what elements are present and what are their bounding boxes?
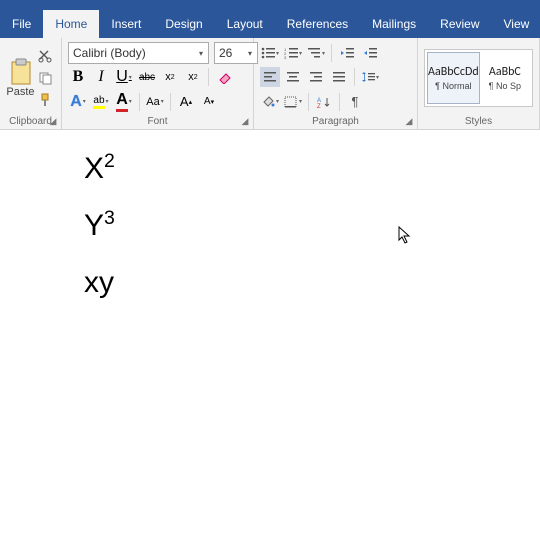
font-color-icon: A	[116, 91, 128, 112]
copy-button[interactable]	[35, 68, 55, 88]
bullets-icon	[261, 47, 275, 59]
sort-button[interactable]: AZ	[314, 92, 334, 112]
clipboard-icon	[8, 58, 34, 86]
ribbon: Paste Clipboard ◢ Calibri (Body) ▾ 26 ▾	[0, 38, 540, 130]
italic-button[interactable]: I	[91, 67, 111, 87]
group-label-font: Font	[68, 114, 247, 129]
tab-review[interactable]: Review	[428, 10, 491, 38]
tab-insert[interactable]: Insert	[99, 10, 153, 38]
group-label-styles: Styles	[424, 114, 533, 129]
text-effects-icon: A	[70, 93, 82, 111]
document-body[interactable]: X2 Y3 xy	[84, 140, 115, 311]
multilevel-list-button[interactable]: ▾	[306, 43, 326, 63]
font-name-value: Calibri (Body)	[69, 46, 194, 60]
font-launcher[interactable]: ◢	[239, 115, 251, 127]
align-right-button[interactable]	[306, 67, 326, 87]
tab-mailings[interactable]: Mailings	[360, 10, 428, 38]
align-center-icon	[286, 71, 300, 83]
subscript-button[interactable]: x2	[160, 67, 180, 87]
cut-button[interactable]	[35, 46, 55, 66]
brush-icon	[38, 93, 52, 107]
tab-design[interactable]: Design	[153, 10, 214, 38]
grow-font-button[interactable]: A▴	[176, 92, 196, 112]
ribbon-tabs: File Home Insert Design Layout Reference…	[0, 10, 540, 38]
paint-bucket-icon	[261, 96, 275, 108]
shading-button[interactable]: ▾	[260, 92, 280, 112]
borders-icon	[284, 96, 298, 108]
paste-button[interactable]: Paste	[6, 57, 35, 99]
clipboard-launcher[interactable]: ◢	[47, 115, 59, 127]
tab-file[interactable]: File	[0, 10, 43, 38]
group-clipboard: Paste Clipboard ◢	[0, 38, 62, 129]
multilevel-icon	[307, 47, 321, 59]
font-color-button[interactable]: A▾	[114, 92, 134, 112]
show-marks-button[interactable]: ¶	[345, 92, 365, 112]
align-left-button[interactable]	[260, 67, 280, 87]
change-case-button[interactable]: Aa▾	[145, 92, 165, 112]
highlight-button[interactable]: ab▾	[91, 92, 111, 112]
tab-references[interactable]: References	[275, 10, 360, 38]
doc-line-1: X2	[84, 140, 115, 197]
highlight-icon: ab	[93, 95, 104, 109]
font-size-value: 26	[215, 46, 243, 60]
styles-gallery[interactable]: AaBbCcDd ¶ Normal AaBbC ¶ No Sp	[424, 49, 533, 107]
justify-button[interactable]	[329, 67, 349, 87]
align-left-icon	[263, 71, 277, 83]
shrink-font-button[interactable]: A▾	[199, 92, 219, 112]
svg-text:Z: Z	[317, 104, 321, 108]
underline-button[interactable]: U▾	[114, 67, 134, 87]
style-no-spacing[interactable]: AaBbC ¶ No Sp	[480, 52, 530, 104]
outdent-icon	[340, 47, 354, 59]
paragraph-launcher[interactable]: ◢	[403, 115, 415, 127]
paste-label: Paste	[6, 86, 34, 98]
clear-formatting-button[interactable]	[214, 67, 234, 87]
scissors-icon	[38, 49, 52, 63]
group-label-paragraph: Paragraph	[260, 114, 411, 129]
doc-line-2: Y3	[84, 197, 115, 254]
tab-view[interactable]: View	[492, 10, 540, 38]
doc-line-3: xy	[84, 254, 115, 311]
strikethrough-button[interactable]: abc	[137, 67, 157, 87]
increase-indent-button[interactable]	[360, 43, 380, 63]
decrease-indent-button[interactable]	[337, 43, 357, 63]
line-spacing-button[interactable]: ▾	[360, 67, 380, 87]
eraser-icon	[216, 70, 232, 84]
superscript-button[interactable]: x2	[183, 67, 203, 87]
justify-icon	[332, 71, 346, 83]
chevron-down-icon[interactable]: ▾	[194, 49, 208, 58]
sort-icon: AZ	[317, 96, 331, 108]
bold-button[interactable]: B	[68, 67, 88, 87]
copy-icon	[38, 71, 52, 85]
indent-icon	[363, 47, 377, 59]
group-font: Calibri (Body) ▾ 26 ▾ B I U▾ abc x2 x2 A…	[62, 38, 254, 129]
numbering-button[interactable]: 123▾	[283, 43, 303, 63]
numbering-icon: 123	[284, 47, 298, 59]
format-painter-button[interactable]	[35, 90, 55, 110]
group-paragraph: ▾ 123▾ ▾ ▾ ▾ ▾ AZ ¶	[254, 38, 418, 129]
align-right-icon	[309, 71, 323, 83]
borders-button[interactable]: ▾	[283, 92, 303, 112]
font-name-combo[interactable]: Calibri (Body) ▾	[68, 42, 209, 64]
svg-text:3: 3	[284, 55, 287, 59]
font-size-combo[interactable]: 26 ▾	[214, 42, 258, 64]
align-center-button[interactable]	[283, 67, 303, 87]
tab-home[interactable]: Home	[43, 10, 99, 38]
text-effects-button[interactable]: A▾	[68, 92, 88, 112]
mouse-cursor-icon	[398, 226, 414, 246]
style-normal[interactable]: AaBbCcDd ¶ Normal	[427, 52, 480, 104]
bullets-button[interactable]: ▾	[260, 43, 280, 63]
line-spacing-icon	[361, 71, 375, 83]
tab-layout[interactable]: Layout	[215, 10, 275, 38]
group-styles: AaBbCcDd ¶ Normal AaBbC ¶ No Sp Styles	[418, 38, 540, 129]
